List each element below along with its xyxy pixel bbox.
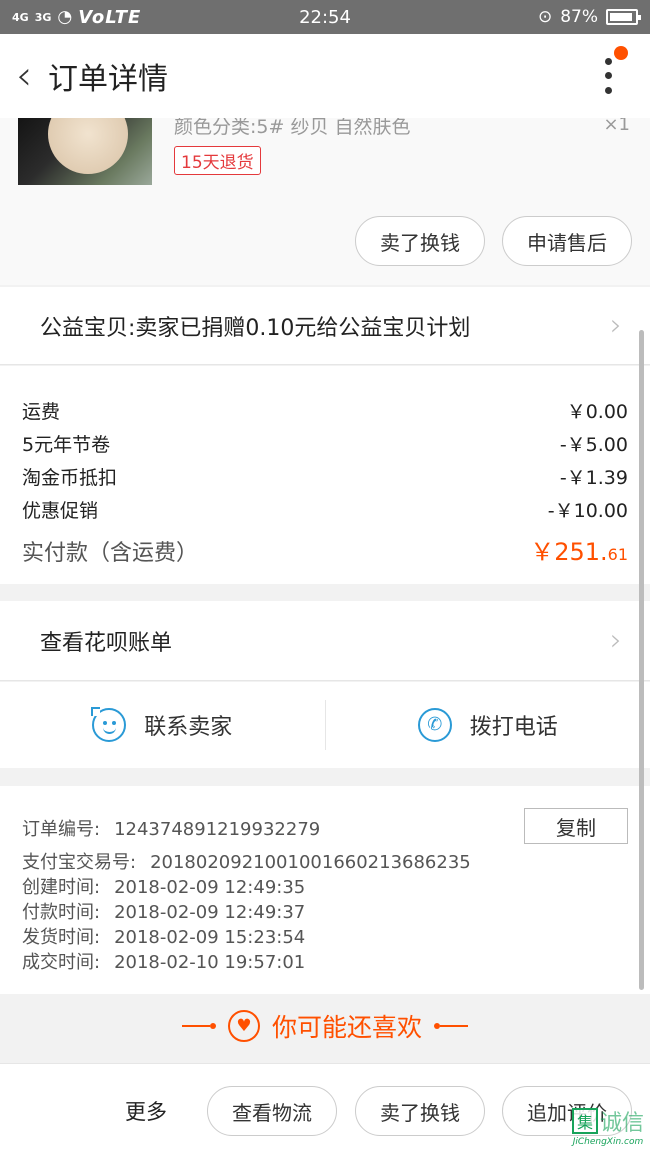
huabei-label: 查看花呗账单	[40, 630, 173, 656]
info-label: 创建时间:	[22, 877, 101, 898]
chevron-left-icon: ‹	[16, 53, 32, 99]
paid-time: 2018-02-09 12:49:37	[114, 902, 306, 923]
info-row: 成交时间: 2018-02-10 19:57:01	[22, 950, 628, 975]
fee-row: 5元年节卷 -￥5.00	[22, 429, 628, 462]
watermark-url: JiChengXin.com	[572, 1137, 644, 1147]
dot-icon	[604, 72, 612, 80]
contact-seller-label: 联系卖家	[144, 715, 233, 740]
total-amount: ￥251.61	[530, 532, 628, 567]
rotation-lock-icon: ⊙	[537, 7, 553, 27]
watermark-text: 诚信	[599, 1111, 644, 1136]
more-actions-button[interactable]: 更多	[125, 1096, 167, 1126]
powder-puff-image	[48, 118, 128, 174]
completed-time: 2018-02-10 19:57:01	[114, 952, 306, 973]
info-label: 订单编号:	[22, 819, 101, 840]
bottom-action-bar: 更多 查看物流 卖了换钱 追加评价	[0, 1063, 650, 1155]
total-row: 实付款（含运费） ￥251.61	[22, 532, 628, 567]
signal-3g-icon: 3G	[34, 10, 52, 24]
more-menu-button[interactable]	[596, 54, 620, 98]
contact-bar: 联系卖家 ✆ 拨打电话	[0, 682, 650, 768]
total-amount-decimal: 61	[607, 545, 628, 564]
call-phone-button[interactable]: ✆ 拨打电话	[326, 682, 650, 768]
after-sales-button[interactable]: 申请售后	[502, 216, 632, 266]
info-row: 发货时间: 2018-02-09 15:23:54	[22, 925, 628, 950]
chevron-right-icon: ›	[610, 308, 622, 343]
product-card[interactable]: 颜色分类:5# 纱贝 自然肤色 ×1 15天退货 卖了换钱 申请售后	[0, 118, 650, 285]
shipped-time: 2018-02-09 15:23:54	[114, 927, 306, 948]
contact-seller-button[interactable]: 联系卖家	[0, 682, 325, 768]
info-label: 发货时间:	[22, 927, 101, 948]
battery-percent: 87%	[560, 7, 598, 27]
fee-label: 5元年节卷	[22, 434, 111, 456]
alipay-trade-number: 2018020921001001660213686235	[150, 852, 471, 873]
price-breakdown: 运费 ￥0.00 5元年节卷 -￥5.00 淘金币抵扣 -￥1.39 优惠促销 …	[0, 366, 650, 584]
order-info: 订单编号: 124374891219932279 复制 支付宝交易号: 2018…	[0, 786, 650, 994]
total-amount-main: ￥251.	[530, 538, 608, 566]
sell-for-cash-button[interactable]: 卖了换钱	[355, 1086, 485, 1136]
volte-label: VoLTE	[78, 6, 142, 28]
dot-icon	[604, 87, 612, 95]
info-label: 付款时间:	[22, 902, 101, 923]
fee-amount: ￥0.00	[566, 401, 628, 423]
recommend-title: 你可能还喜欢	[271, 1013, 422, 1042]
heart-icon: ♥	[227, 1010, 260, 1042]
decor-line-right	[434, 1023, 468, 1029]
fee-amount: -￥5.00	[559, 434, 628, 456]
copy-button[interactable]: 复制	[524, 808, 628, 844]
fee-amount: -￥1.39	[559, 467, 628, 489]
fee-label: 运费	[22, 401, 61, 423]
dot-icon	[604, 57, 612, 65]
recommend-header: ♥ 你可能还喜欢	[0, 995, 650, 1057]
phone-icon: ✆	[417, 708, 452, 742]
view-logistics-button[interactable]: 查看物流	[207, 1086, 337, 1136]
huabei-bill-row[interactable]: 查看花呗账单 ›	[0, 601, 650, 681]
fee-row: 优惠促销 -￥10.00	[22, 495, 628, 528]
charity-text: 公益宝贝:卖家已捐赠0.10元给公益宝贝计划	[40, 315, 471, 341]
info-row: 创建时间: 2018-02-09 12:49:35	[22, 875, 628, 900]
back-button[interactable]: ‹	[0, 34, 48, 118]
order-number[interactable]: 124374891219932279	[114, 814, 320, 846]
status-left: 4G 3G ◔ VoLTE	[12, 7, 141, 28]
chevron-right-icon: ›	[610, 623, 622, 658]
scrollbar[interactable]	[639, 330, 644, 990]
fee-row: 淘金币抵扣 -￥1.39	[22, 462, 628, 495]
decor-line-left	[182, 1023, 216, 1029]
fee-label: 淘金币抵扣	[22, 467, 118, 489]
page-title: 订单详情	[48, 62, 168, 97]
info-row: 支付宝交易号: 2018020921001001660213686235	[22, 850, 628, 875]
fee-label: 优惠促销	[22, 500, 99, 522]
product-sku: 颜色分类:5# 纱贝 自然肤色	[174, 118, 411, 138]
watermark: 集 诚信 JiChengXin.com	[571, 1105, 644, 1147]
status-bar: 4G 3G ◔ VoLTE 22:54 ⊙ 87%	[0, 0, 650, 34]
return-policy-tag: 15天退货	[174, 146, 261, 175]
nav-bar: ‹ 订单详情	[0, 34, 650, 118]
created-time: 2018-02-09 12:49:35	[114, 877, 306, 898]
total-label: 实付款（含运费）	[22, 541, 199, 566]
info-row: 付款时间: 2018-02-09 12:49:37	[22, 900, 628, 925]
status-right: ⊙ 87%	[537, 7, 641, 27]
chat-face-icon	[91, 707, 127, 742]
sell-for-cash-button[interactable]: 卖了换钱	[355, 216, 485, 266]
info-label: 支付宝交易号:	[22, 852, 137, 873]
product-image[interactable]	[18, 118, 152, 185]
fee-row: 运费 ￥0.00	[22, 396, 628, 429]
signal-4g-icon: 4G	[12, 10, 29, 24]
call-phone-label: 拨打电话	[469, 715, 558, 740]
fee-amount: -￥10.00	[547, 500, 628, 522]
product-qty: ×1	[603, 118, 630, 135]
charity-row[interactable]: 公益宝贝:卖家已捐赠0.10元给公益宝贝计划 ›	[0, 287, 650, 365]
wifi-icon: ◔	[57, 7, 73, 27]
watermark-logo: 集	[571, 1108, 598, 1134]
notification-dot-icon	[614, 46, 628, 60]
battery-icon	[606, 9, 641, 25]
info-label: 成交时间:	[22, 952, 101, 973]
